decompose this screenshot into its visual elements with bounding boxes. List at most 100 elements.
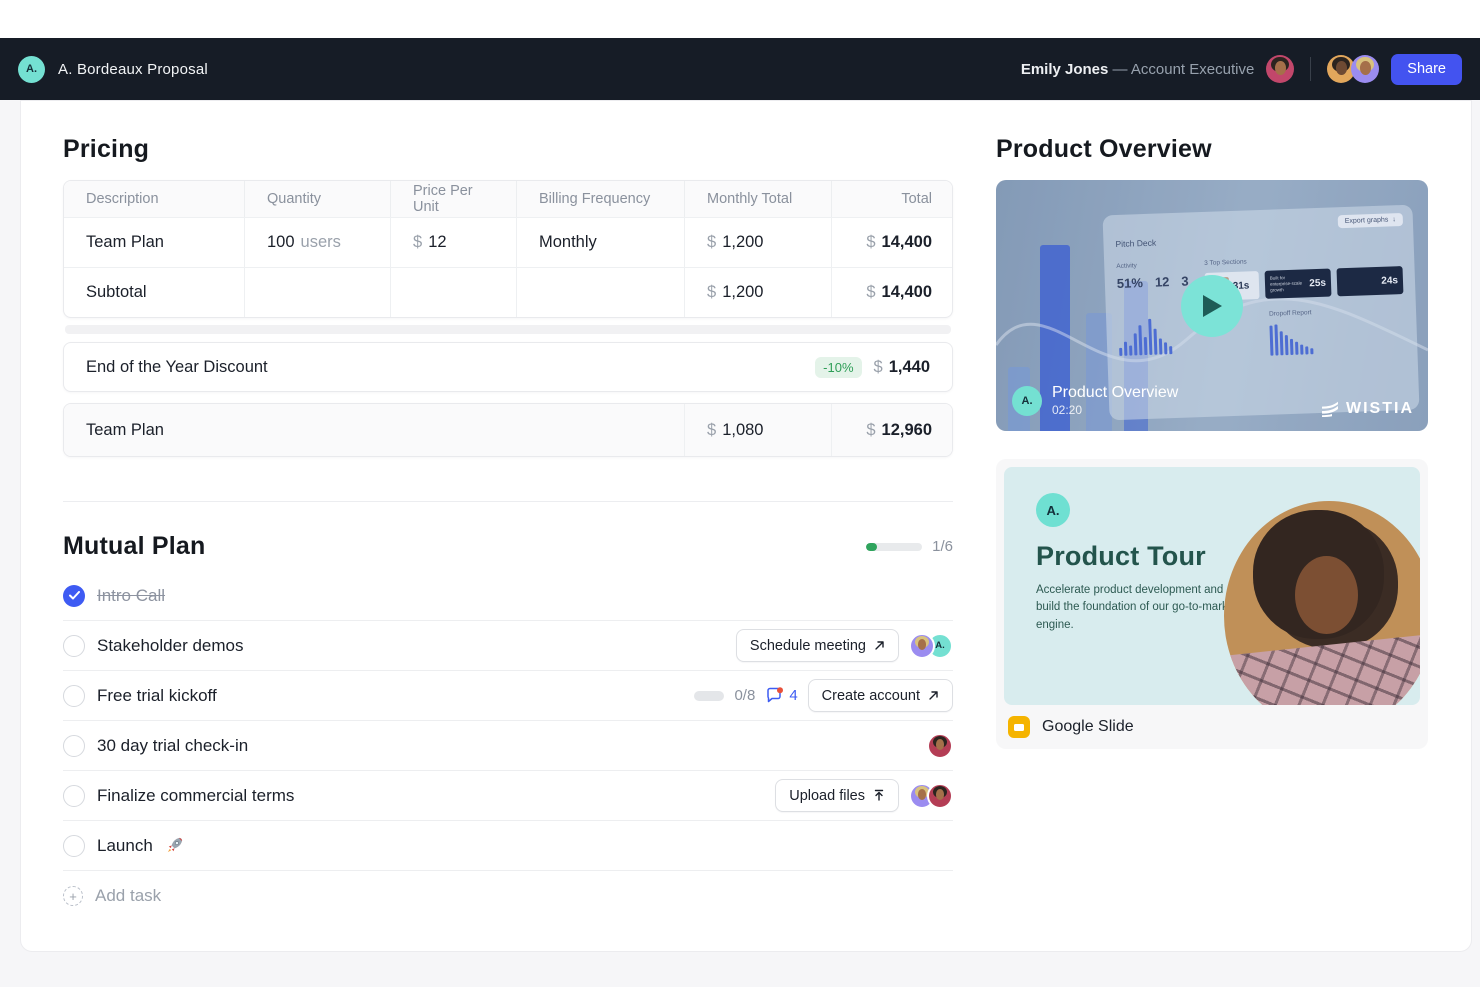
task-row-free-trial-kickoff: Free trial kickoff 0/8 4 Create account — [63, 671, 953, 721]
company-avatar: A. — [1012, 386, 1042, 416]
progress-label: 1/6 — [932, 538, 953, 555]
progress-fill — [866, 543, 877, 551]
product-overview-title: Product Overview — [996, 135, 1428, 164]
task-row-launch: Launch — [63, 821, 953, 871]
chip-time: 24s — [1381, 275, 1398, 287]
assignee-avatar — [927, 783, 953, 809]
currency-symbol: $ — [707, 421, 716, 440]
collaborator-avatar-2[interactable] — [1351, 55, 1379, 83]
comment-count: 4 — [789, 687, 797, 704]
task-row-intro-call: Intro Call — [63, 571, 953, 621]
final-total-table: Team Plan $ 1,080 $ 12,960 — [63, 403, 953, 457]
schedule-meeting-button[interactable]: Schedule meeting — [736, 629, 899, 662]
create-account-button[interactable]: Create account — [808, 679, 953, 712]
video-thumbnail[interactable]: Export graphs ↓ Pitch Deck Activity 51% … — [996, 180, 1428, 431]
discount-label: End of the Year Discount — [86, 358, 815, 377]
currency-symbol: $ — [866, 283, 875, 302]
col-price-per-unit: Price Per Unit — [390, 181, 516, 217]
checkbox-unchecked[interactable] — [63, 685, 85, 707]
wistia-icon — [1321, 401, 1341, 417]
company-avatar: A. — [1036, 493, 1070, 527]
product-tour-container: A. Product Tour Accelerate product devel… — [996, 459, 1428, 749]
checkbox-unchecked[interactable] — [63, 635, 85, 657]
section-chip: Built for enterprise-scale growth 25s — [1265, 269, 1332, 299]
col-monthly-total: Monthly Total — [684, 181, 831, 217]
task-label: Launch — [97, 836, 153, 856]
checkbox-checked[interactable] — [63, 585, 85, 607]
google-slide-label: Google Slide — [1042, 718, 1134, 736]
assignee-avatar — [927, 733, 953, 759]
quantity-value: 100 — [267, 233, 295, 252]
subtask-count: 0/8 — [734, 687, 755, 704]
discount-amount: $ 1,440 — [874, 358, 930, 377]
cell-total: $ 14,400 — [831, 217, 953, 267]
total-value: 12,960 — [882, 421, 932, 440]
down-arrow-icon: ↓ — [1392, 216, 1396, 223]
section-chip: 24s — [1337, 266, 1404, 296]
task-label: Stakeholder demos — [97, 636, 243, 656]
mutual-plan-progress: 1/6 — [866, 538, 953, 555]
monthly-total-value: 1,200 — [722, 283, 763, 302]
table-row: Subtotal $ 1,200 $ 14,400 — [64, 267, 952, 317]
export-label: Export graphs — [1345, 217, 1389, 226]
total-value: 14,400 — [882, 283, 932, 302]
checkbox-unchecked[interactable] — [63, 785, 85, 807]
currency-symbol: $ — [874, 358, 883, 377]
discount-value: 1,440 — [889, 358, 930, 377]
table-row: Team Plan 100 users $ 12 Monthly $ 1,200… — [64, 217, 952, 267]
task-label: Finalize commercial terms — [97, 786, 294, 806]
proposal-card: Pricing Description Quantity Price Per U… — [20, 100, 1472, 952]
owner-avatar[interactable] — [1266, 55, 1294, 83]
person-photo — [1224, 501, 1420, 705]
cell-monthly-total: $ 1,200 — [684, 267, 831, 317]
chip-text: Built for enterprise-scale growth — [1270, 275, 1306, 294]
header-divider — [1310, 57, 1311, 81]
currency-symbol: $ — [866, 233, 875, 252]
section-divider — [63, 501, 953, 502]
monthly-total-value: 1,200 — [722, 233, 763, 252]
discount-row: End of the Year Discount -10% $ 1,440 — [63, 342, 953, 392]
add-task-label: Add task — [95, 886, 161, 906]
checkbox-unchecked[interactable] — [63, 735, 85, 757]
price-value: 12 — [428, 233, 446, 252]
task-label: Intro Call — [97, 586, 165, 606]
add-task-button[interactable]: + Add task — [63, 871, 953, 921]
cell-description: Subtotal — [64, 267, 244, 317]
chip-time: 25s — [1309, 277, 1326, 289]
cell-quantity: 100 users — [244, 217, 390, 267]
wistia-wordmark: WISTIA — [1346, 400, 1414, 418]
play-button[interactable] — [1181, 275, 1243, 337]
chip-text — [1342, 281, 1377, 282]
check-icon — [69, 591, 80, 600]
stat-value: 51% — [1117, 275, 1144, 291]
col-total: Total — [831, 181, 953, 217]
cell-billing: Monthly — [516, 217, 684, 267]
collaborator-avatars[interactable] — [1327, 55, 1379, 83]
subtask-progress-bar — [694, 691, 724, 701]
share-button[interactable]: Share — [1391, 54, 1462, 85]
play-icon — [1200, 293, 1224, 319]
external-arrow-icon — [928, 690, 939, 701]
google-slide-link[interactable]: Google Slide — [1004, 705, 1420, 749]
pricing-table: Description Quantity Price Per Unit Bill… — [63, 180, 953, 318]
product-tour-card[interactable]: A. Product Tour Accelerate product devel… — [1004, 467, 1420, 705]
app-bar: A. A. Bordeaux Proposal Emily Jones — Ac… — [0, 38, 1480, 100]
upload-files-button[interactable]: Upload files — [775, 779, 899, 812]
col-quantity: Quantity — [244, 181, 390, 217]
cell-description: Team Plan — [64, 217, 244, 267]
comments-indicator[interactable]: 4 — [765, 687, 797, 705]
currency-symbol: $ — [866, 421, 875, 440]
activity-label: Activity — [1116, 260, 1190, 270]
quantity-unit: users — [301, 233, 341, 252]
assignee-avatars: A. — [909, 633, 953, 659]
collapsed-row-band — [65, 325, 951, 334]
col-description: Description — [64, 181, 244, 217]
checkbox-unchecked[interactable] — [63, 835, 85, 857]
photo-detail — [1224, 630, 1420, 705]
progress-bar — [866, 543, 922, 551]
col-billing-frequency: Billing Frequency — [516, 181, 684, 217]
product-tour-description: Accelerate product development and build… — [1036, 582, 1246, 634]
task-label: 30 day trial check-in — [97, 736, 248, 756]
monthly-total-value: 1,080 — [722, 421, 763, 440]
cell-empty — [516, 267, 684, 317]
